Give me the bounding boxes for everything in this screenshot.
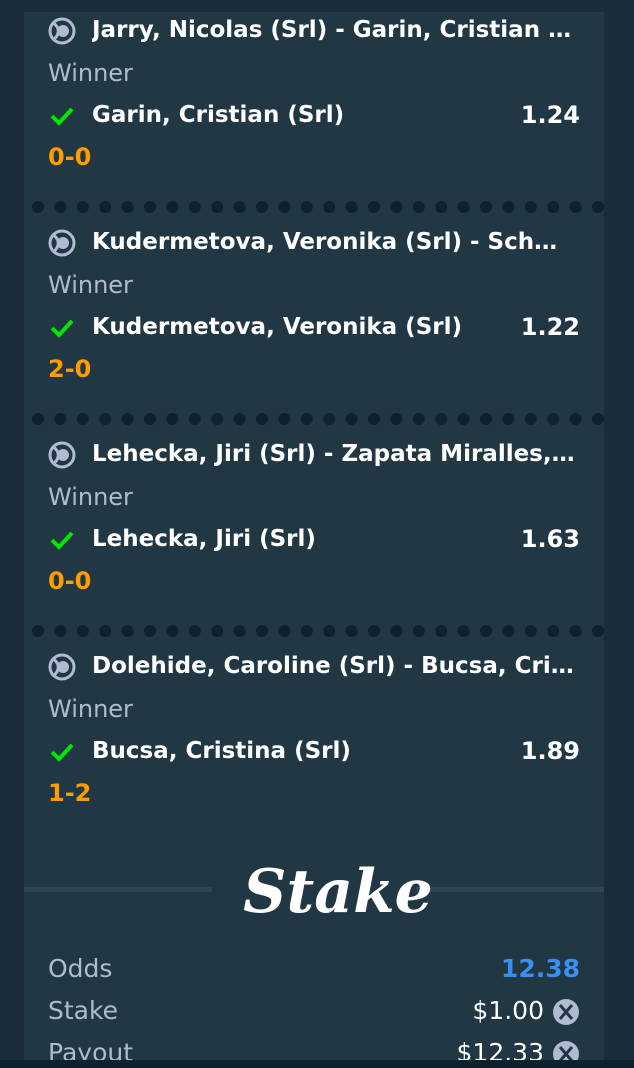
- selection-odds: 1.63: [520, 525, 580, 553]
- tennis-ball-icon: [48, 441, 76, 469]
- live-score: 1-2: [48, 779, 92, 807]
- bet-leg: Jarry, Nicolas (Srl) - Garin, Cristian (…: [24, 0, 604, 200]
- live-score: 0-0: [48, 567, 92, 595]
- bottom-navigation-bar[interactable]: [0, 1060, 634, 1068]
- bet-slip-page: Jarry, Nicolas (Srl) - Garin, Cristian (…: [0, 0, 634, 1068]
- market-label: Winner: [48, 483, 133, 511]
- tennis-ball-icon: [48, 653, 76, 681]
- odds-label: Odds: [48, 954, 113, 983]
- market-label: Winner: [48, 271, 133, 299]
- logo-divider-left: [24, 887, 212, 892]
- bet-leg: Lehecka, Jiri (Srl) - Zapata Miralles, B…: [24, 424, 604, 624]
- market-label: Winner: [48, 695, 133, 723]
- check-icon: [50, 319, 74, 338]
- match-title[interactable]: Kudermetova, Veronika (Srl) - Schmie...: [92, 227, 580, 257]
- selection-name: Bucsa, Cristina (Srl): [92, 738, 351, 764]
- match-title[interactable]: Lehecka, Jiri (Srl) - Zapata Miralles, B…: [92, 439, 580, 469]
- check-icon: [50, 531, 74, 550]
- stake-amount: $1.00: [472, 996, 544, 1025]
- svg-text:Stake: Stake: [243, 857, 433, 927]
- stake-label: Stake: [48, 996, 118, 1025]
- check-icon: [50, 743, 74, 762]
- check-icon: [50, 107, 74, 126]
- total-odds-value: 12.38: [500, 954, 580, 983]
- live-score: 2-0: [48, 355, 92, 383]
- selection-name: Garin, Cristian (Srl): [92, 102, 345, 128]
- selection-odds: 1.89: [520, 737, 580, 765]
- live-score: 0-0: [48, 143, 92, 171]
- bet-leg: Kudermetova, Veronika (Srl) - Schmie... …: [24, 212, 604, 412]
- selection-name: Kudermetova, Veronika (Srl): [92, 314, 462, 340]
- match-title[interactable]: Dolehide, Caroline (Srl) - Bucsa, Cristi…: [92, 651, 580, 681]
- selection-name: Lehecka, Jiri (Srl): [92, 526, 316, 552]
- bet-slip-card: Jarry, Nicolas (Srl) - Garin, Cristian (…: [24, 0, 604, 1068]
- selection-odds: 1.22: [520, 313, 580, 341]
- selection-odds: 1.24: [520, 101, 580, 129]
- logo-divider-right: [416, 887, 604, 892]
- stake-logo: Stake: [243, 857, 433, 927]
- match-title[interactable]: Jarry, Nicolas (Srl) - Garin, Cristian (…: [92, 15, 580, 45]
- crypto-coin-icon: [553, 999, 579, 1025]
- tennis-ball-icon: [48, 17, 76, 45]
- tennis-ball-icon: [48, 229, 76, 257]
- bet-leg: Dolehide, Caroline (Srl) - Bucsa, Cristi…: [24, 636, 604, 836]
- market-label: Winner: [48, 59, 133, 87]
